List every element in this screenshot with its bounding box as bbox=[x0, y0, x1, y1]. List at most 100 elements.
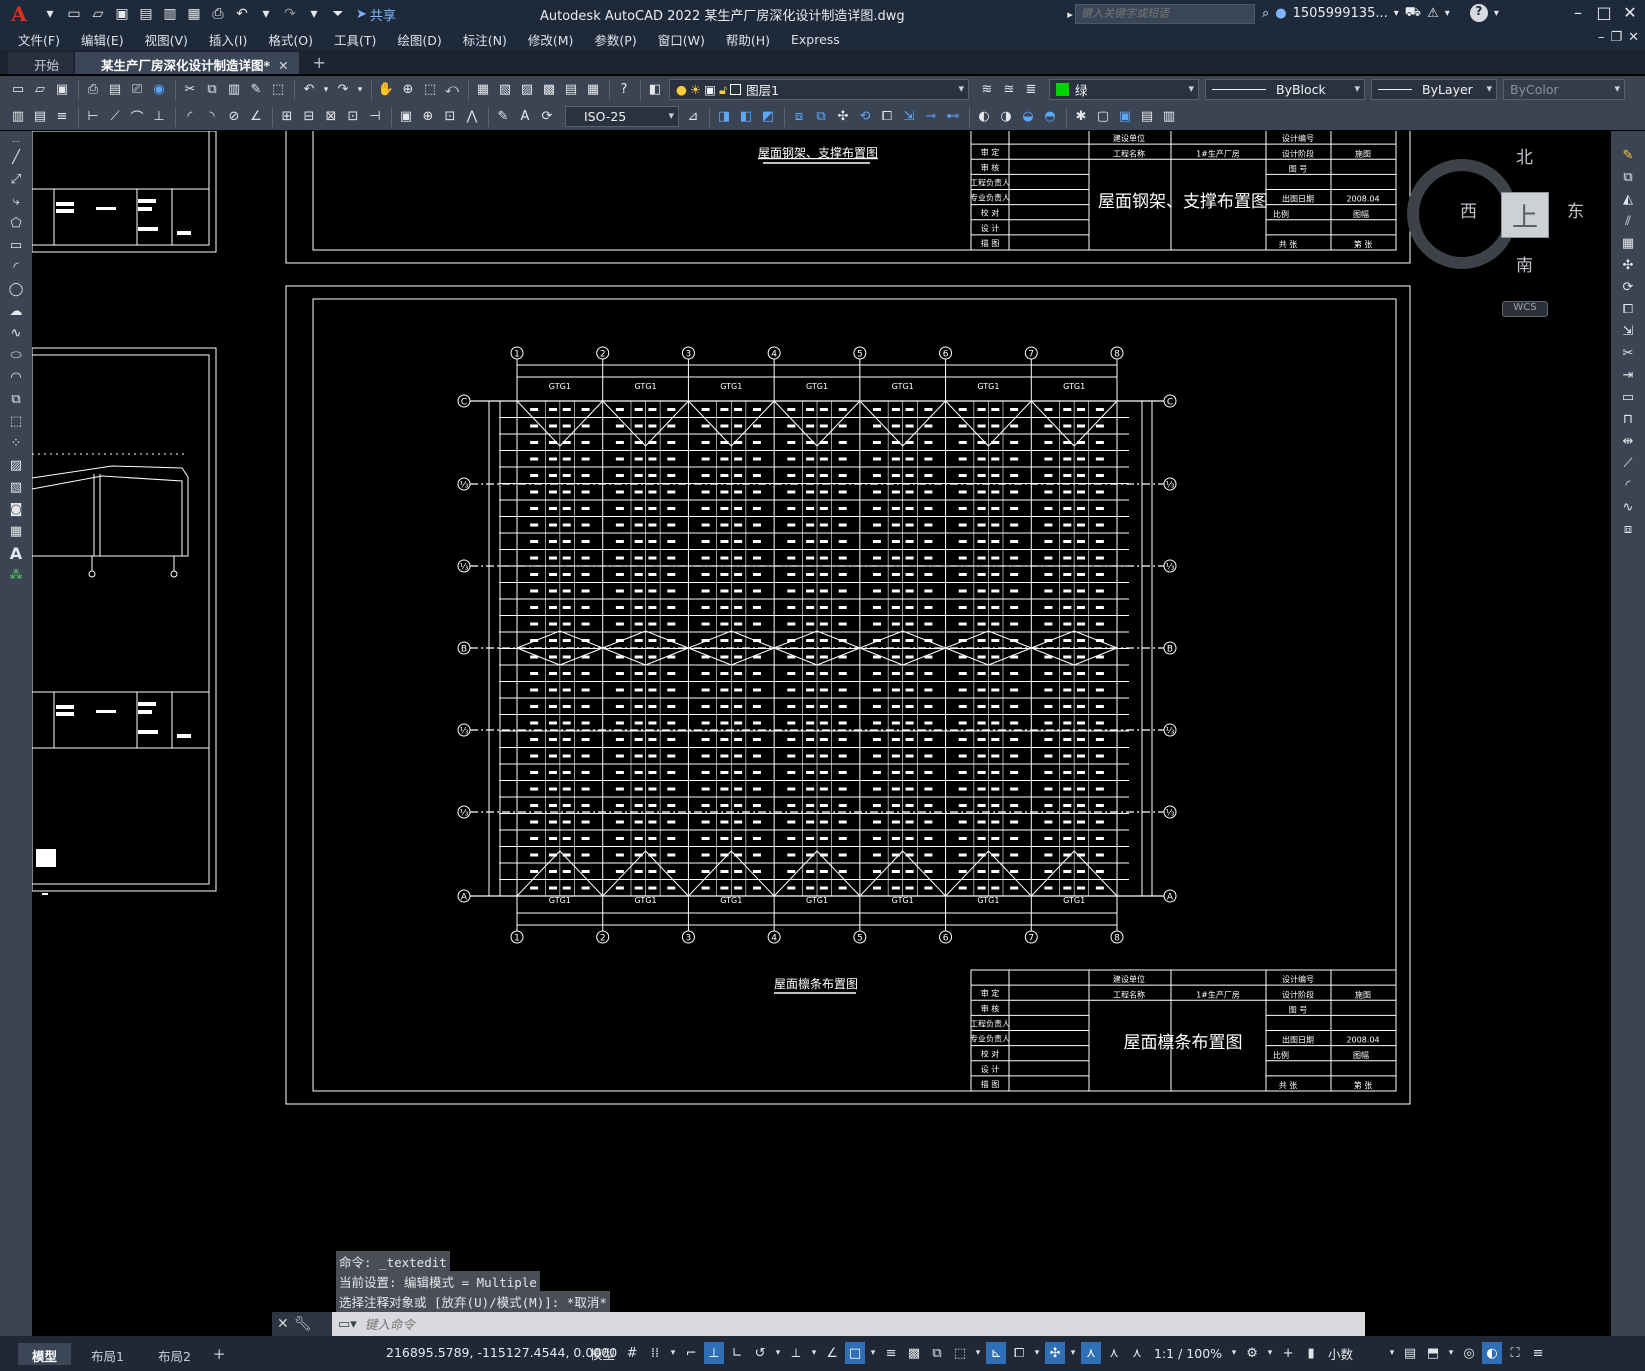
clean-screen-icon[interactable]: ⛶ bbox=[1505, 1342, 1525, 1364]
cut-icon[interactable]: ✂ bbox=[180, 80, 200, 100]
pan-icon[interactable]: ✋ bbox=[376, 80, 396, 100]
infer-constraints-icon[interactable]: ⌐ bbox=[681, 1342, 701, 1364]
radius-dimension-icon[interactable]: ◜ bbox=[180, 107, 200, 127]
toolbar-grip-icon[interactable]: ⋯ bbox=[6, 137, 26, 146]
lineweight-icon[interactable]: ≡ bbox=[881, 1342, 901, 1364]
chart-icon[interactable]: ▤ bbox=[30, 107, 50, 127]
customization-icon[interactable]: ≡ bbox=[1528, 1342, 1548, 1364]
aligned-dimension-icon[interactable]: ⟋ bbox=[105, 107, 125, 127]
plot-icon[interactable]: ⎙ bbox=[83, 80, 103, 100]
diameter-dimension-icon[interactable]: ⊘ bbox=[224, 107, 244, 127]
explode-icon[interactable]: ✱ bbox=[1071, 107, 1091, 127]
polar-dropdown-icon[interactable]: ▾ bbox=[773, 1342, 783, 1364]
menu-dimension[interactable]: 标注(N) bbox=[463, 30, 507, 49]
array-icon[interactable]: ⧉ bbox=[811, 107, 831, 127]
selection-filter-icon[interactable]: ⧠ bbox=[1009, 1342, 1029, 1364]
doc-close-button[interactable]: ✕ bbox=[1628, 30, 1639, 45]
qnew-icon[interactable]: ▭ bbox=[8, 80, 28, 100]
object-snap-dropdown-icon[interactable]: ▾ bbox=[868, 1342, 878, 1364]
dimension-update-icon[interactable]: ⟳ bbox=[537, 107, 557, 127]
snap-icon[interactable]: ⁞⁞ bbox=[645, 1342, 665, 1364]
save-icon[interactable]: ▣ bbox=[112, 4, 132, 24]
sheet-set-icon[interactable]: ▩ bbox=[539, 80, 559, 100]
close-button[interactable]: ✕ bbox=[1616, 3, 1644, 25]
mtext-icon[interactable]: A bbox=[6, 543, 26, 563]
auto-scale-icon[interactable]: ⋏ bbox=[1104, 1342, 1124, 1364]
add-selected-icon[interactable]: ⁂ bbox=[6, 565, 26, 585]
3d-print-icon[interactable]: ◉ bbox=[149, 80, 169, 100]
layer-previous-icon[interactable]: ≊ bbox=[999, 80, 1019, 100]
tab-layout2[interactable]: 布局2 bbox=[144, 1343, 205, 1365]
gizmo-icon[interactable]: ✣ bbox=[1045, 1342, 1066, 1364]
quick-dimension-icon[interactable]: ⊞ bbox=[277, 107, 297, 127]
open-icon[interactable]: ▱ bbox=[30, 80, 50, 100]
share-button[interactable]: ➤ 共享 bbox=[356, 5, 396, 24]
autocad-logo-icon[interactable]: A bbox=[0, 0, 38, 28]
zoom-realtime-icon[interactable]: ⊕ bbox=[398, 80, 418, 100]
explode-icon[interactable]: ⧈ bbox=[1618, 519, 1638, 539]
mirror-icon[interactable]: ◩ bbox=[758, 107, 778, 127]
object-snap-icon[interactable]: □ bbox=[845, 1342, 866, 1364]
menu-dropdown-icon[interactable]: ▾ bbox=[40, 4, 60, 24]
paste-icon[interactable]: ▥ bbox=[224, 80, 244, 100]
make-current-layer-icon[interactable]: ≋ bbox=[977, 80, 997, 100]
table-icon[interactable]: ▦ bbox=[6, 521, 26, 541]
cart-icon[interactable]: ⛟ bbox=[1405, 5, 1421, 22]
plot-icon[interactable]: ⎙ bbox=[208, 4, 228, 24]
break-icon[interactable]: ⊓ bbox=[1618, 409, 1638, 429]
doc-restore-button[interactable]: ❐ bbox=[1610, 30, 1622, 45]
units-icon[interactable]: ▮ bbox=[1301, 1342, 1321, 1364]
dynamic-input-icon[interactable]: ⊥ bbox=[704, 1342, 725, 1364]
angular-dimension-icon[interactable]: ∠ bbox=[246, 107, 266, 127]
tolerance-icon[interactable]: ▣ bbox=[396, 107, 416, 127]
construction-line-icon[interactable]: ⤢ bbox=[6, 169, 26, 189]
object-snap-tracking-icon[interactable]: ∠ bbox=[822, 1342, 842, 1364]
gizmo-type-dropdown-icon[interactable]: ▾ bbox=[1068, 1342, 1078, 1364]
chamfer-icon[interactable]: ⟋ bbox=[1618, 453, 1638, 473]
trim-icon[interactable]: ⊸ bbox=[921, 107, 941, 127]
zoom-previous-icon[interactable]: ⤺ bbox=[442, 80, 462, 100]
menu-edit[interactable]: 编辑(E) bbox=[81, 30, 124, 49]
dimension-edit-icon[interactable]: ✎ bbox=[493, 107, 513, 127]
units-value[interactable]: 小数 bbox=[1324, 1344, 1384, 1363]
quick-properties-icon[interactable]: ▤ bbox=[1400, 1342, 1420, 1364]
publish-icon[interactable]: ⎚ bbox=[127, 80, 147, 100]
menu-view[interactable]: 视图(V) bbox=[145, 30, 188, 49]
undo-dropdown-icon[interactable]: ▾ bbox=[321, 80, 331, 100]
hatch-icon[interactable]: ▨ bbox=[6, 455, 26, 475]
open-web-icon[interactable]: ▥ bbox=[160, 4, 180, 24]
zoom-window-icon[interactable]: ⬚ bbox=[420, 80, 440, 100]
layer-dropdown[interactable]: ● ☀ ▣ 🔓︎ 图层1 ▾ bbox=[669, 79, 969, 100]
fillet-icon[interactable]: ◓ bbox=[1040, 107, 1060, 127]
new-file-icon[interactable]: ▭ bbox=[64, 4, 84, 24]
inspection-icon[interactable]: ⊡ bbox=[440, 107, 460, 127]
move-icon[interactable]: ✣ bbox=[1618, 255, 1638, 275]
minimize-button[interactable]: – bbox=[1564, 3, 1592, 25]
draw-order-icon[interactable]: ▤ bbox=[1137, 107, 1157, 127]
lock-ui-dropdown-icon[interactable]: ▾ bbox=[1446, 1342, 1456, 1364]
stretch-icon[interactable]: ⇲ bbox=[899, 107, 919, 127]
ortho-icon[interactable]: ∟ bbox=[727, 1342, 747, 1364]
markup-icon[interactable]: ▤ bbox=[561, 80, 581, 100]
annotation-scale-icon[interactable]: ⋏ bbox=[1127, 1342, 1147, 1364]
properties-icon[interactable]: ▦ bbox=[473, 80, 493, 100]
save-as-icon[interactable]: ▤ bbox=[136, 4, 156, 24]
workspace-icon[interactable]: ▥ bbox=[8, 107, 28, 127]
gradient-icon[interactable]: ▧ bbox=[6, 477, 26, 497]
undo-icon[interactable]: ↶ bbox=[299, 80, 319, 100]
design-center-icon[interactable]: ▧ bbox=[495, 80, 515, 100]
units-dropdown-icon[interactable]: ▾ bbox=[1387, 1342, 1397, 1364]
menu-express[interactable]: Express bbox=[791, 32, 840, 47]
mirror-icon[interactable]: ◭ bbox=[1618, 189, 1638, 209]
stretch-icon[interactable]: ⇲ bbox=[1618, 321, 1638, 341]
menu-file[interactable]: 文件(F) bbox=[18, 30, 60, 49]
annotation-scale-value[interactable]: 1:1 / 100% bbox=[1150, 1346, 1226, 1361]
doc-minimize-button[interactable]: – bbox=[1598, 30, 1605, 45]
break-at-point-icon[interactable]: ▭ bbox=[1618, 387, 1638, 407]
coordinates-readout[interactable]: 216895.5789, -115127.4544, 0.0000 bbox=[386, 1345, 617, 1360]
scale-icon[interactable]: ⧠ bbox=[877, 107, 897, 127]
region-icon[interactable]: ◙ bbox=[6, 499, 26, 519]
tab-model[interactable]: 模型 bbox=[18, 1342, 72, 1365]
redo-dropdown-icon[interactable]: ▾ bbox=[304, 4, 324, 24]
workspace-gear-icon[interactable]: ⚙ bbox=[1242, 1342, 1262, 1364]
